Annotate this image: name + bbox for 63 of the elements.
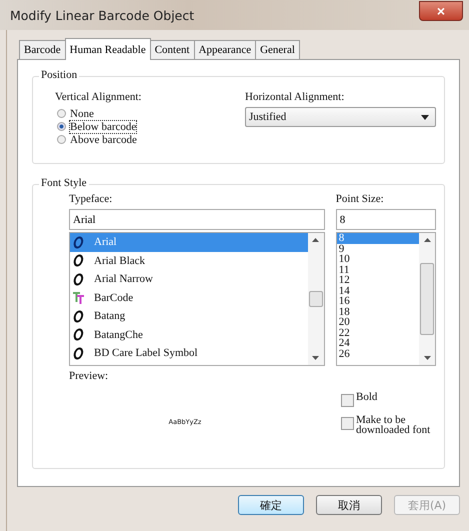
scroll-up-icon[interactable] — [312, 238, 320, 242]
point-size-item[interactable]: 18 — [336, 306, 419, 317]
tab[interactable]: Appearance — [194, 40, 256, 59]
caret-icon — [421, 114, 429, 120]
point-size-item[interactable]: 9 — [336, 244, 419, 254]
point-size-item[interactable]: 20 — [336, 317, 419, 328]
typeface-item[interactable]: Arial Narrow — [70, 270, 308, 288]
scrollbar[interactable] — [419, 233, 435, 365]
checkbox[interactable] — [341, 394, 354, 407]
checkbox-label[interactable]: Make to be downloaded font — [356, 415, 436, 435]
field-label: Horizontal Alignment: — [245, 91, 346, 103]
tab[interactable]: Human Readable — [64, 38, 151, 60]
scroll-down-icon[interactable] — [424, 356, 430, 360]
radio-label[interactable]: Above barcode — [70, 134, 137, 146]
typeface-item[interactable]: BarCode — [70, 288, 308, 307]
typeface-item[interactable]: Batang — [70, 307, 308, 326]
typeface-field[interactable]: Arial — [69, 209, 325, 230]
scroll-down-icon[interactable] — [312, 356, 320, 360]
point-size-item[interactable]: 24 — [336, 338, 419, 348]
window-title: Modify Linear Barcode Object — [10, 8, 194, 22]
preview-label: Preview: — [69, 370, 110, 382]
opentype-font-icon — [73, 346, 84, 360]
tab[interactable]: Barcode — [19, 40, 66, 59]
radio-button[interactable] — [57, 122, 66, 131]
field-label: Typeface: — [69, 193, 114, 205]
opentype-font-icon — [73, 254, 84, 268]
typeface-item[interactable]: BD Care Label Symbol — [70, 344, 308, 362]
checkbox[interactable] — [341, 417, 354, 430]
group-title: Position — [39, 69, 80, 81]
checkbox-label[interactable]: Bold — [356, 392, 436, 402]
field-label: Vertical Alignment: — [55, 91, 142, 103]
point-size-item[interactable]: 26 — [336, 348, 419, 359]
radio-button[interactable] — [57, 109, 66, 118]
point-size-item[interactable]: 22 — [336, 328, 419, 338]
dialog-button[interactable]: 取消 — [316, 495, 382, 515]
alignment-dropdown[interactable]: Justified — [245, 107, 436, 127]
point-size-field[interactable]: 8 — [336, 209, 436, 230]
scrollbar-thumb[interactable] — [420, 263, 434, 335]
point-size-item[interactable]: 14 — [336, 286, 419, 296]
opentype-font-icon — [73, 328, 84, 342]
point-size-item[interactable]: 16 — [336, 296, 419, 306]
radio-label[interactable]: Below barcode — [70, 120, 136, 132]
dropdown-value: Justified — [249, 111, 286, 123]
scroll-up-icon[interactable] — [424, 238, 430, 242]
typeface-item[interactable]: BatangChe — [70, 326, 308, 344]
tab[interactable]: Content — [150, 40, 195, 59]
field-label: Point Size: — [336, 193, 385, 205]
close-button[interactable]: × — [419, 1, 463, 21]
truetype-font-icon — [73, 291, 84, 304]
opentype-font-icon — [73, 236, 84, 249]
point-size-item[interactable]: 10 — [336, 254, 419, 264]
dialog-button[interactable]: 確定 — [238, 495, 304, 515]
typeface-item[interactable]: Arial Black — [70, 252, 308, 270]
radio-label[interactable]: None — [70, 108, 94, 120]
scrollbar-thumb[interactable] — [308, 291, 323, 307]
point-size-item[interactable]: 11 — [336, 264, 419, 275]
scrollbar[interactable] — [308, 233, 324, 365]
point-size-item[interactable]: 12 — [336, 275, 419, 286]
opentype-font-icon — [73, 310, 84, 323]
tab[interactable]: General — [255, 40, 300, 59]
group-title: Font Style — [39, 177, 89, 189]
radio-button[interactable] — [57, 135, 66, 144]
opentype-font-icon — [73, 272, 84, 286]
